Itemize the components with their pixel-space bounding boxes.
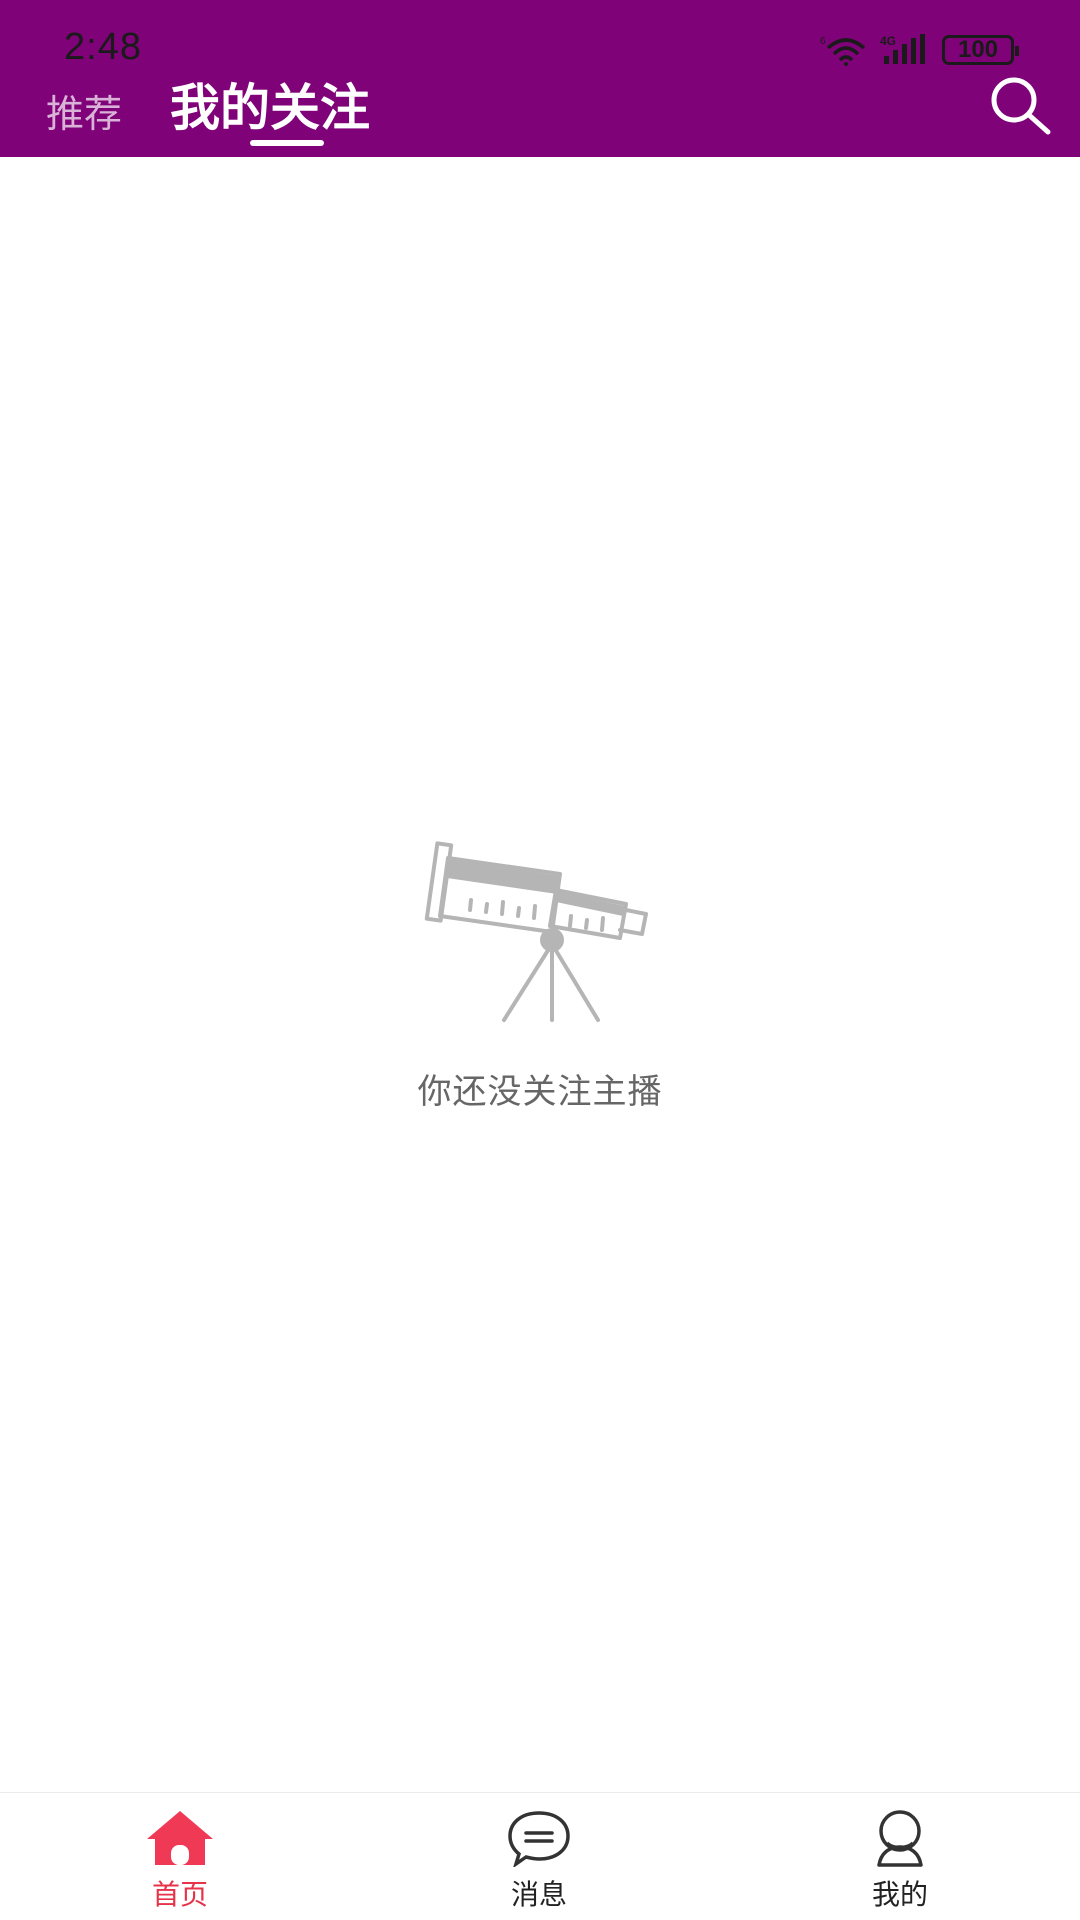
search-icon	[991, 77, 1051, 135]
empty-message: 你还没关注主播	[417, 1072, 663, 1112]
chat-bubble-icon	[508, 1811, 570, 1867]
search-button[interactable]	[986, 74, 1056, 136]
nav-messages[interactable]: 消息	[469, 1809, 609, 1919]
nav-messages-label: 消息	[510, 1878, 567, 1911]
bottom-nav: 首页 消息 我的	[0, 1792, 1080, 1920]
top-header: 2:48 6 4G 100 推荐 我的关注	[0, 0, 1080, 157]
profile-icon	[877, 1810, 923, 1867]
status-time: 2:48	[64, 26, 142, 68]
active-tab-indicator	[250, 140, 325, 146]
telescope-icon	[424, 841, 648, 1022]
wifi-icon: 6	[820, 34, 866, 66]
nav-home-label: 首页	[151, 1878, 208, 1911]
home-icon	[147, 1811, 213, 1865]
battery-icon: 100	[942, 35, 1019, 65]
tab-following[interactable]: 我的关注	[170, 68, 370, 148]
tab-following-label: 我的关注	[170, 79, 371, 137]
battery-level: 100	[957, 36, 999, 63]
nav-mine-label: 我的	[871, 1878, 928, 1911]
svg-text:6: 6	[820, 36, 826, 47]
svg-text:4G: 4G	[880, 34, 896, 48]
empty-state: 你还没关注主播	[0, 840, 1080, 1113]
tab-recommend[interactable]: 推荐	[46, 83, 122, 148]
nav-home[interactable]: 首页	[110, 1809, 250, 1919]
header-tabs: 推荐 我的关注	[46, 78, 370, 148]
signal-icon: 4G	[880, 34, 928, 66]
nav-mine[interactable]: 我的	[830, 1809, 970, 1919]
status-icons: 6 4G 100	[820, 30, 1019, 70]
